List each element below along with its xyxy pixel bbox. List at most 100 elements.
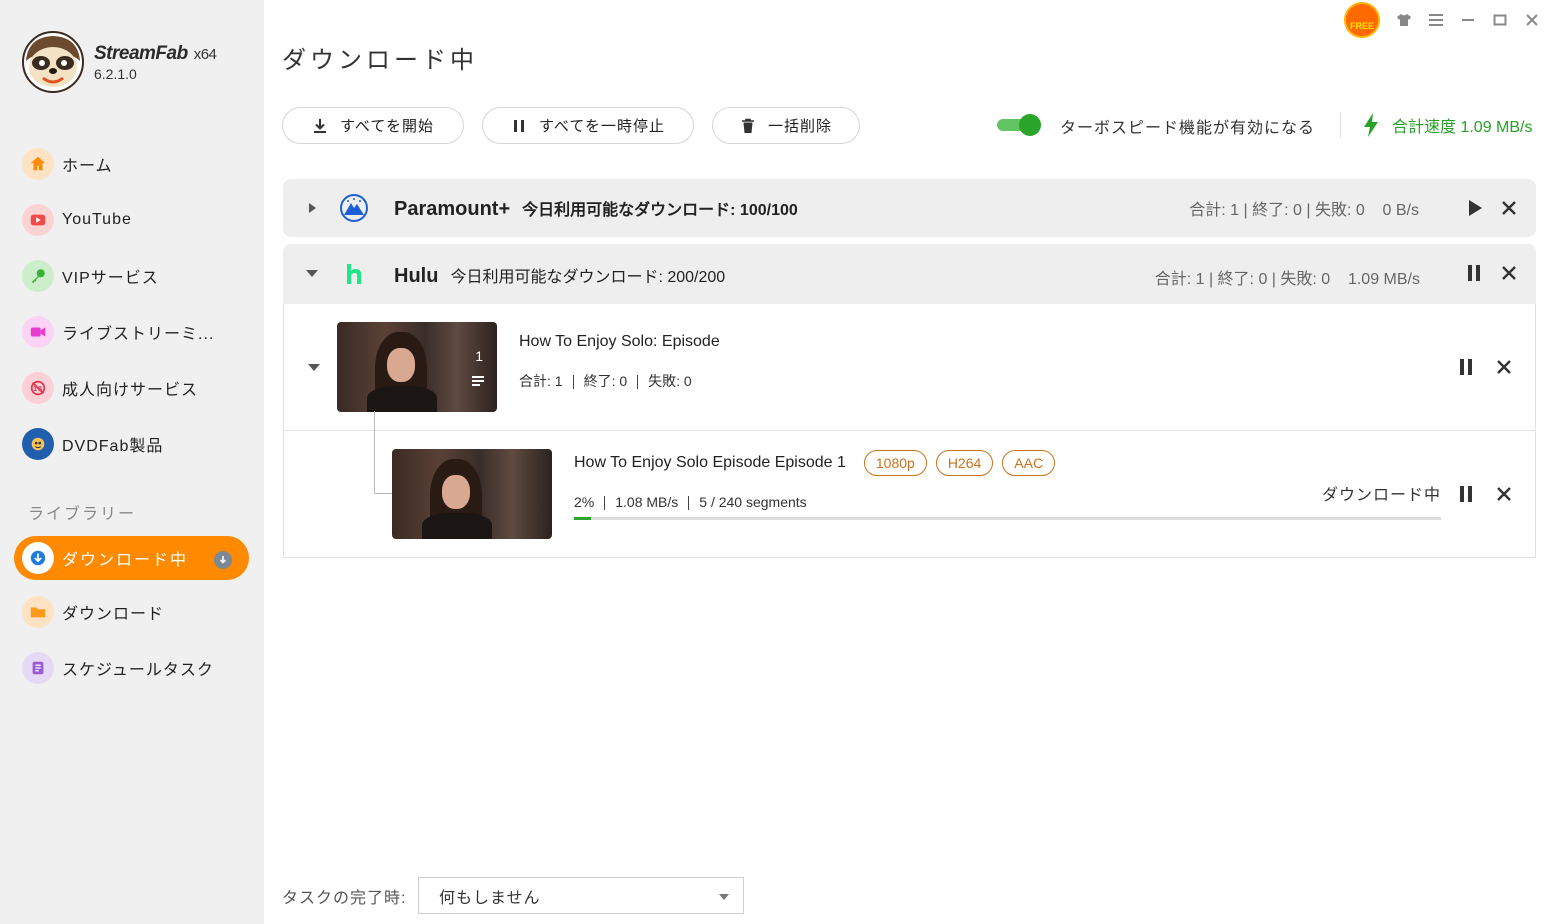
sidebar-item-label: VIPサービス — [62, 270, 159, 287]
toolbar-divider — [1340, 112, 1341, 138]
select-value: 何もしません — [439, 889, 541, 907]
series-title: How To Enjoy Solo: Episode — [519, 333, 720, 350]
segment-count: 5 / 240 segments — [699, 494, 807, 510]
library-section-label: ライブラリー — [28, 506, 137, 523]
skin-icon[interactable] — [1392, 6, 1416, 34]
sidebar-item-label: DVDFab製品 — [62, 438, 164, 455]
folder-icon — [22, 596, 54, 628]
pause-all-label: すべてを一時停止 — [538, 118, 666, 135]
episode-progress-stats: 2% 1.08 MB/s 5 / 240 segments — [574, 494, 807, 511]
pause-icon[interactable] — [1466, 263, 1482, 288]
start-all-label: すべてを開始 — [339, 118, 435, 135]
episode-thumbnail — [392, 449, 552, 539]
close-icon[interactable] — [1496, 486, 1512, 507]
episode-tags: 1080p H264 AAC — [855, 450, 1056, 476]
series-total: 合計: 1 — [519, 373, 563, 389]
play-icon[interactable] — [1464, 197, 1486, 219]
close-icon[interactable] — [1498, 197, 1520, 219]
sidebar-item-home[interactable]: ホーム — [22, 144, 113, 184]
video-camera-icon — [22, 316, 54, 348]
pause-all-button[interactable]: すべてを一時停止 — [482, 107, 694, 144]
hulu-logo-icon — [343, 260, 367, 293]
series-thumbnail: 1 — [337, 322, 497, 412]
playlist-icon — [471, 374, 485, 392]
sidebar: StreamFab x64 6.2.1.0 ホーム YouTube VIPサービス… — [0, 0, 264, 924]
service-group-paramount: Paramount+ 今日利用可能なダウンロード: 100/100 合計: 1 |… — [283, 179, 1536, 237]
sidebar-item-downloaded[interactable]: ダウンロード — [22, 592, 164, 632]
progress-percent: 2% — [574, 494, 595, 510]
collapse-arrow-icon[interactable] — [305, 266, 319, 285]
start-all-button[interactable]: すべてを開始 — [282, 107, 464, 144]
daily-available: 今日利用可能なダウンロード: 100/100 — [522, 201, 798, 219]
service-name: Hulu 今日利用可能なダウンロード: 200/200 — [394, 265, 726, 287]
pause-icon[interactable] — [1458, 357, 1474, 382]
hulu-header: Hulu 今日利用可能なダウンロード: 200/200 合計: 1 | 終了: 0… — [283, 244, 1536, 304]
home-icon — [22, 148, 54, 180]
youtube-icon — [22, 204, 54, 236]
sidebar-item-vip[interactable]: VIPサービス — [22, 256, 159, 296]
dvdfab-icon — [22, 428, 54, 460]
sidebar-item-adult[interactable]: 18 成人向けサービス — [22, 368, 198, 408]
streamfab-logo — [22, 31, 84, 93]
key-icon — [22, 260, 54, 292]
menu-icon[interactable] — [1424, 6, 1448, 34]
sidebar-item-label: 成人向けサービス — [62, 382, 199, 399]
free-gift-icon[interactable]: FREE — [1344, 2, 1380, 38]
close-window-icon[interactable] — [1520, 6, 1544, 34]
resolution-tag: 1080p — [863, 450, 927, 476]
trash-icon — [741, 118, 754, 133]
group-stats: 合計: 1 | 終了: 0 | 失敗: 0 0 B/s — [1189, 202, 1419, 219]
paramount-logo-icon — [339, 193, 369, 223]
sidebar-item-downloading[interactable]: ダウンロード中 — [14, 536, 249, 580]
turbo-toggle[interactable] — [997, 113, 1043, 137]
download-icon — [22, 542, 54, 574]
sidebar-item-dvdfab[interactable]: DVDFab製品 — [22, 424, 163, 464]
sidebar-item-label: ホーム — [62, 158, 113, 175]
sidebar-item-youtube[interactable]: YouTube — [22, 200, 132, 240]
turbo-label: ターボスピード機能が有効になる — [1060, 120, 1316, 137]
schedule-icon — [22, 652, 54, 684]
sidebar-item-label: ダウンロード — [62, 606, 165, 623]
maximize-icon[interactable] — [1488, 6, 1512, 34]
progress-bar — [574, 517, 1441, 520]
total-speed: 合計速度 1.09 MB/s — [1362, 112, 1532, 138]
sidebar-item-label: ライブストリーミ... — [62, 326, 215, 343]
pause-icon — [513, 119, 524, 132]
sidebar-item-livestream[interactable]: ライブストリーミ... — [22, 312, 214, 352]
page-title: ダウンロード中 — [282, 46, 478, 74]
task-complete-select[interactable]: 何もしません — [418, 877, 744, 914]
expand-arrow-icon[interactable] — [305, 201, 319, 215]
delete-all-label: 一括削除 — [767, 118, 832, 135]
series-stats: 合計: 1 終了: 0 失敗: 0 — [519, 371, 692, 391]
toggle-knob — [1019, 114, 1041, 136]
tree-connector — [374, 411, 375, 494]
pause-icon[interactable] — [1458, 484, 1474, 509]
window-controls: FREE — [1344, 2, 1544, 38]
delete-all-button[interactable]: 一括削除 — [712, 107, 860, 144]
total-speed-text: 合計速度 1.09 MB/s — [1392, 119, 1533, 136]
collapse-arrow-icon[interactable] — [307, 360, 321, 379]
sidebar-item-schedule[interactable]: スケジュールタスク — [22, 648, 214, 688]
service-name: Paramount+ 今日利用可能なダウンロード: 100/100 — [394, 197, 798, 220]
codec-tag: H264 — [935, 450, 994, 476]
row-divider — [284, 430, 1535, 431]
minimize-icon[interactable] — [1456, 6, 1480, 34]
sidebar-item-label: スケジュールタスク — [62, 662, 214, 679]
group-stats: 合計: 1 | 終了: 0 | 失敗: 0 1.09 MB/s — [1154, 271, 1420, 288]
download-badge-icon — [214, 551, 232, 569]
sidebar-item-label: ダウンロード中 — [62, 552, 189, 569]
series-done: 終了: 0 — [583, 373, 628, 389]
audio-tag: AAC — [1002, 450, 1056, 476]
task-complete-label: タスクの完了時: — [282, 890, 407, 907]
progress-fill — [574, 517, 592, 520]
episode-row: How To Enjoy Solo Episode Episode 1 1080… — [574, 450, 1056, 476]
app-version: 6.2.1.0 — [94, 66, 137, 82]
episode-count: 1 — [475, 348, 483, 364]
close-icon[interactable] — [1501, 265, 1517, 286]
close-icon[interactable] — [1496, 359, 1512, 380]
app-arch: x64 — [193, 46, 217, 63]
app-name: StreamFab x64 — [94, 43, 217, 64]
adult-icon: 18 — [22, 372, 54, 404]
download-status: ダウンロード中 — [1322, 487, 1442, 504]
tree-connector — [374, 493, 392, 494]
